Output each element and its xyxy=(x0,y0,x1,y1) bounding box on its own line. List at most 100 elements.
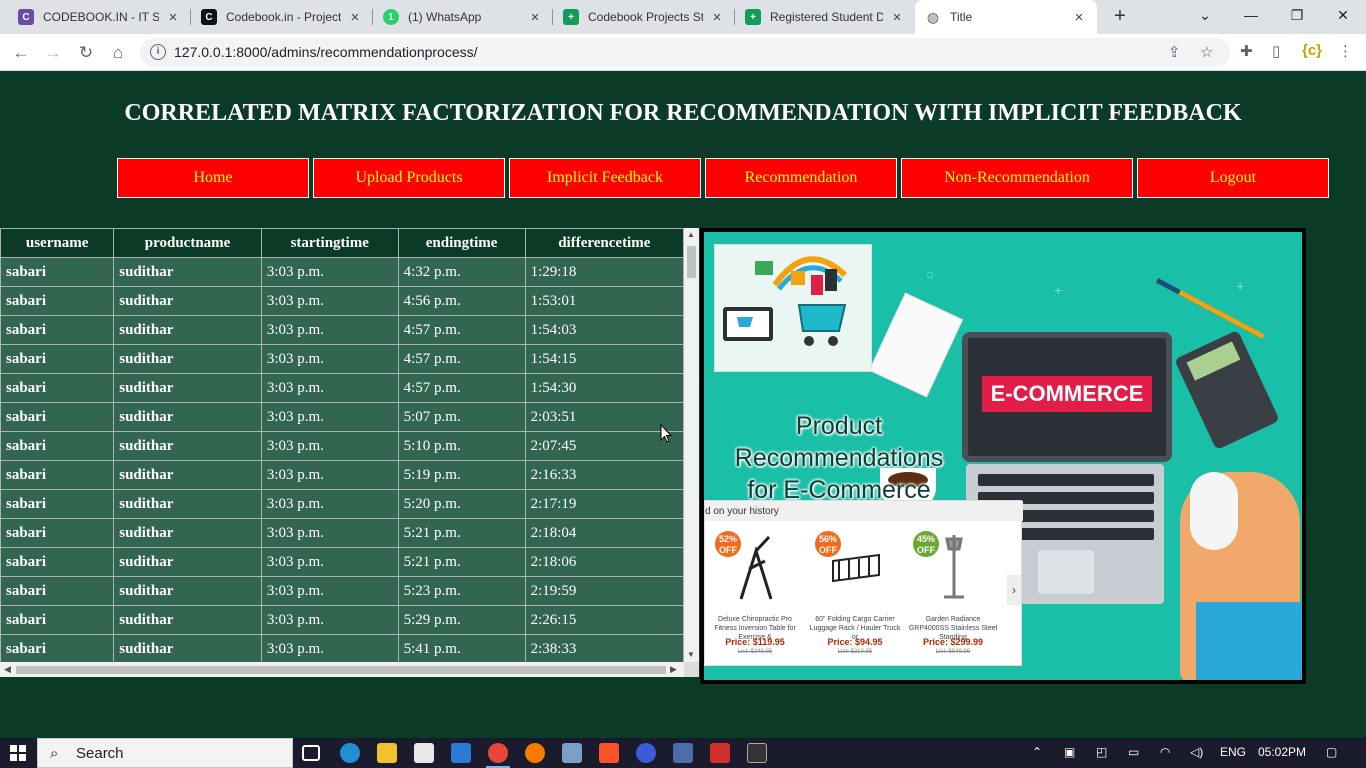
reload-icon[interactable]: ↻ xyxy=(73,40,99,66)
menu-kebab-icon[interactable]: ⋮ xyxy=(1338,42,1353,60)
table-cell: sudithar xyxy=(113,605,262,635)
table-cell: sabari xyxy=(0,257,115,287)
table-vertical-scrollbar[interactable]: ▲ ▼ xyxy=(684,228,699,662)
table-row: sabari sudithar 3:03 p.m. 5:10 p.m. 2:07:45 xyxy=(0,431,684,461)
extensions-puzzle-icon[interactable]: ✚ xyxy=(1240,42,1253,60)
close-icon[interactable]: × xyxy=(165,9,181,26)
tab-title: (1) WhatsApp xyxy=(408,10,482,24)
share-icon[interactable]: ⇪ xyxy=(1168,43,1181,61)
browser-tab[interactable]: 1 (1) WhatsApp × xyxy=(373,0,553,34)
brave-icon[interactable] xyxy=(599,743,619,763)
browser-tab-active[interactable]: ◍ Title × xyxy=(915,0,1097,34)
new-tab-button[interactable]: + xyxy=(1108,5,1132,29)
close-icon[interactable]: × xyxy=(1071,9,1087,26)
file-explorer-icon[interactable] xyxy=(377,743,397,763)
table-cell: sabari xyxy=(0,547,115,577)
taskbar-search-box[interactable]: ⌕ Search xyxy=(37,738,293,768)
scroll-right-arrow-icon[interactable]: ▶ xyxy=(670,664,677,675)
table-cell: 5:10 p.m. xyxy=(397,431,526,461)
product-price: Price: $94.95 xyxy=(827,637,883,647)
vscode-icon[interactable] xyxy=(451,743,471,763)
notifications-icon[interactable]: ▢ xyxy=(1326,745,1337,759)
nav-home[interactable]: Home xyxy=(117,158,309,198)
forward-arrow-icon[interactable]: → xyxy=(40,40,66,66)
site-info-icon[interactable]: i xyxy=(150,44,166,60)
table-cell: sudithar xyxy=(113,286,262,316)
table-horizontal-scrollbar[interactable]: ◀ ▶ xyxy=(0,662,684,677)
table-row: sabari sudithar 3:03 p.m. 5:21 p.m. 2:18:04 xyxy=(0,518,684,548)
snipping-tool-icon[interactable] xyxy=(562,743,582,763)
scrollbar-thumb[interactable] xyxy=(687,246,696,278)
close-window-button[interactable]: ✕ xyxy=(1320,0,1366,30)
codebook-extension-icon[interactable]: {c} xyxy=(1302,42,1322,59)
wifi-icon[interactable]: ◠ xyxy=(1160,745,1170,759)
address-bar[interactable]: i 127.0.0.1:8000/admins/recommendationpr… xyxy=(140,38,1230,67)
browser-tab[interactable]: C Codebook.in - Project × xyxy=(191,0,373,34)
clock[interactable]: 05:02PM xyxy=(1258,745,1306,759)
scroll-up-arrow-icon[interactable]: ▲ xyxy=(687,230,695,239)
browser-tab[interactable]: C CODEBOOK.IN - IT SEI × xyxy=(8,0,191,34)
scroll-down-arrow-icon[interactable]: ▼ xyxy=(687,650,695,659)
scroll-left-arrow-icon[interactable]: ◀ xyxy=(4,664,11,675)
battery-icon[interactable]: ▭ xyxy=(1128,745,1139,759)
table-cell: sudithar xyxy=(113,518,262,548)
whatsapp-icon: 1 xyxy=(383,9,399,25)
scrollbar-thumb[interactable] xyxy=(16,666,666,674)
notification-app-icon[interactable]: ◰ xyxy=(1096,745,1107,759)
chevron-up-icon[interactable]: ⌃ xyxy=(1032,745,1042,759)
close-icon[interactable]: × xyxy=(527,9,543,26)
zoom-icon[interactable] xyxy=(636,743,656,763)
tab-search-icon[interactable]: ⌄ xyxy=(1182,0,1228,30)
meet-now-icon[interactable]: ▣ xyxy=(1064,745,1075,759)
close-icon[interactable]: × xyxy=(709,9,725,26)
back-arrow-icon[interactable]: ← xyxy=(8,40,34,66)
nav-upload-products[interactable]: Upload Products xyxy=(313,158,505,198)
close-icon[interactable]: × xyxy=(889,9,905,26)
ecommerce-banner-image: ○ + + E-COMMERCE Product Recommendations… xyxy=(700,228,1306,684)
table-cell: 4:57 p.m. xyxy=(397,344,526,374)
restore-button[interactable]: ❐ xyxy=(1274,0,1320,30)
minimize-button[interactable]: — xyxy=(1228,0,1274,30)
table-cell: sabari xyxy=(0,402,115,432)
mouse-cursor-icon xyxy=(660,424,672,443)
search-tool-icon[interactable] xyxy=(525,743,545,763)
banner-illustration: ○ + + E-COMMERCE Product Recommendations… xyxy=(704,232,1302,680)
store-icon[interactable] xyxy=(414,743,434,763)
table-cell: 2:26:15 xyxy=(524,605,684,635)
table-cell: 4:56 p.m. xyxy=(397,286,526,316)
task-view-icon[interactable] xyxy=(302,745,320,761)
chrome-icon[interactable] xyxy=(488,743,508,763)
side-panel-icon[interactable]: ▯ xyxy=(1272,42,1280,60)
decor-plus: + xyxy=(1054,282,1063,298)
nav-recommendation[interactable]: Recommendation xyxy=(705,158,897,198)
table-cell: 3:03 p.m. xyxy=(260,344,399,374)
volume-icon[interactable]: ◁) xyxy=(1190,745,1203,759)
table-row: sabari sudithar 3:03 p.m. 5:19 p.m. 2:16:33 xyxy=(0,460,684,490)
language-indicator[interactable]: ENG xyxy=(1220,745,1246,759)
table-cell: 1:54:03 xyxy=(524,315,684,345)
url-text[interactable]: 127.0.0.1:8000/admins/recommendationproc… xyxy=(174,44,478,60)
home-icon[interactable]: ⌂ xyxy=(105,40,131,66)
table-cell: 5:21 p.m. xyxy=(397,518,526,548)
edge-icon[interactable] xyxy=(340,743,360,763)
nav-implicit-feedback[interactable]: Implicit Feedback xyxy=(509,158,701,198)
table-cell: sudithar xyxy=(113,431,262,461)
windows-start-icon[interactable] xyxy=(10,745,26,761)
nav-non-recommendation[interactable]: Non-Recommendation xyxy=(901,158,1133,198)
terminal-icon[interactable] xyxy=(747,743,767,763)
browser-tab[interactable]: + Codebook Projects Sta × xyxy=(553,0,735,34)
tab-title: Registered Student De xyxy=(770,10,883,24)
browser-tab[interactable]: + Registered Student De × xyxy=(735,0,915,34)
tab-title: Codebook Projects Sta xyxy=(588,10,703,24)
table-cell: 5:23 p.m. xyxy=(397,576,526,606)
close-icon[interactable]: × xyxy=(347,9,363,26)
pdf-reader-icon[interactable] xyxy=(710,743,730,763)
table-row: sabari sudithar 3:03 p.m. 4:57 p.m. 1:54:15 xyxy=(0,344,684,374)
remote-desktop-icon[interactable] xyxy=(673,743,693,763)
nav-logout[interactable]: Logout xyxy=(1137,158,1329,198)
sheets-icon: + xyxy=(745,9,761,25)
table-cell: 4:57 p.m. xyxy=(397,373,526,403)
column-header: endingtime xyxy=(397,228,526,258)
bookmark-star-icon[interactable]: ☆ xyxy=(1200,43,1213,61)
feedback-table-container[interactable]: username productname startingtime ending… xyxy=(0,228,684,662)
